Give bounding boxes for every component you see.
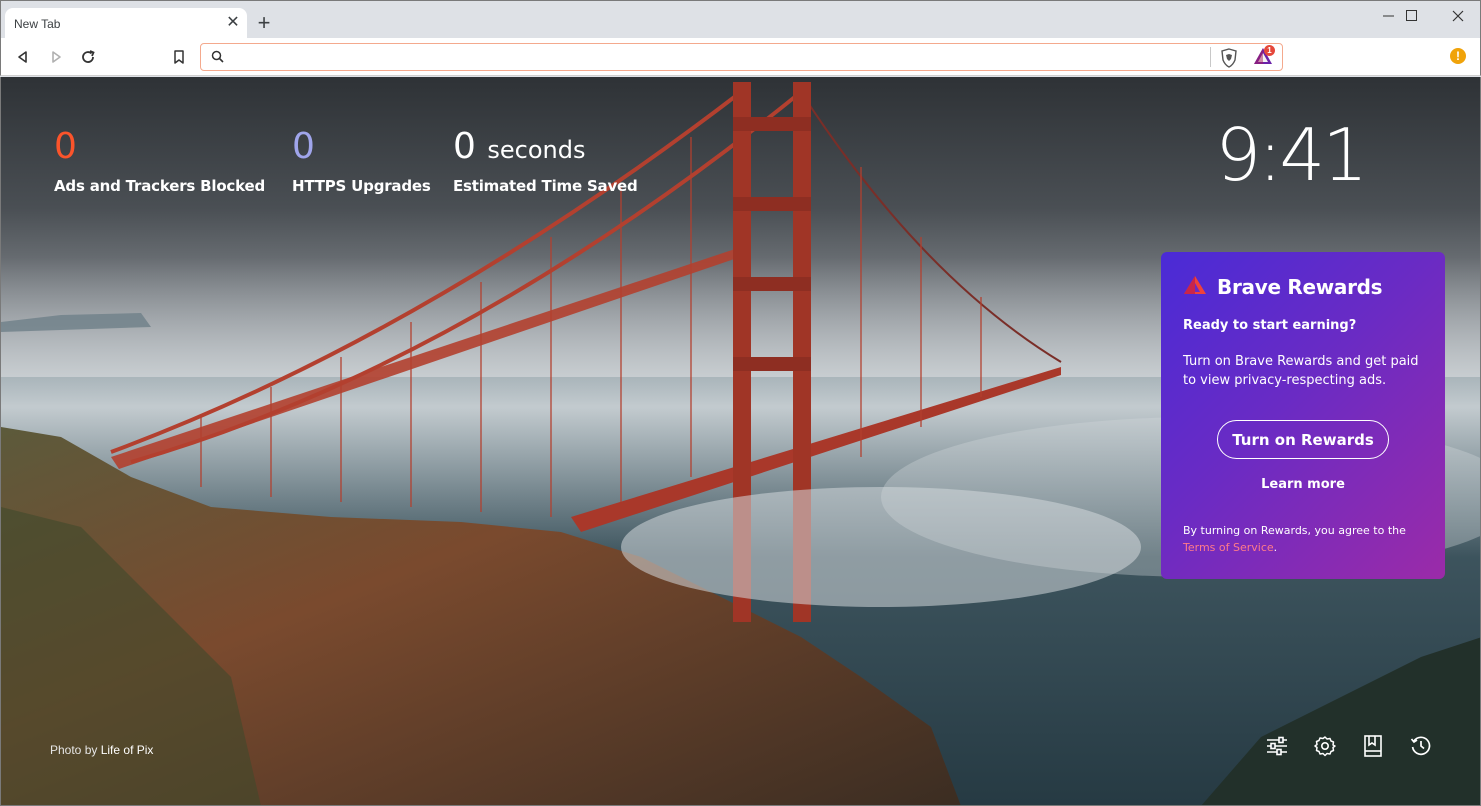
turn-on-rewards-button[interactable]: Turn on Rewards	[1217, 420, 1389, 459]
tab-new-tab[interactable]: New Tab ✕	[5, 8, 247, 39]
settings-icon[interactable]	[1312, 733, 1338, 759]
rewards-card-title: Brave Rewards	[1217, 275, 1383, 299]
stat-time-saved-value: 0	[453, 126, 476, 167]
address-bar[interactable]: 1	[200, 43, 1283, 71]
maximize-icon[interactable]	[1389, 1, 1435, 31]
stat-https-upgrades-value: 0	[292, 126, 315, 167]
stat-https-upgrades: 0 HTTPS Upgrades	[292, 126, 431, 196]
warning-icon[interactable]: !	[1450, 48, 1466, 64]
rewards-badge: 1	[1264, 45, 1275, 56]
back-icon[interactable]	[11, 45, 35, 69]
bookmarks-icon[interactable]	[1360, 733, 1386, 759]
rewards-card-description: Turn on Brave Rewards and get paid to vi…	[1183, 354, 1419, 388]
stat-time-saved-unit: seconds	[487, 136, 586, 164]
rewards-card-header: Brave Rewards	[1183, 275, 1383, 299]
photo-credit: Photo by Life of Pix	[50, 743, 153, 757]
stat-time-saved: 0 seconds Estimated Time Saved	[453, 129, 638, 196]
tab-strip: New Tab ✕ +	[0, 0, 1481, 39]
new-tab-page: 0 Ads and Trackers Blocked 0 HTTPS Upgra…	[0, 77, 1481, 806]
stat-time-saved-row: 0 seconds	[453, 129, 638, 165]
rewards-card-subtitle: Ready to start earning?	[1183, 318, 1357, 333]
terms-suffix: .	[1273, 541, 1278, 554]
terms-prefix: By turning on Rewards, you agree to the	[1183, 524, 1406, 537]
forward-icon[interactable]	[44, 45, 68, 69]
bookmark-icon[interactable]	[167, 45, 191, 69]
omnibox-divider	[1210, 47, 1211, 67]
rewards-terms-text: By turning on Rewards, you agree to the …	[1183, 522, 1433, 556]
photo-credit-prefix: Photo by	[50, 743, 98, 757]
brave-shields-icon[interactable]	[1220, 48, 1238, 73]
close-icon[interactable]	[1435, 1, 1481, 31]
toolbar: 1 !	[0, 38, 1481, 76]
search-icon	[211, 50, 224, 68]
brave-rewards-card: Brave Rewards Ready to start earning? Tu…	[1161, 252, 1445, 579]
stat-https-upgrades-label: HTTPS Upgrades	[292, 177, 431, 195]
history-icon[interactable]	[1408, 733, 1434, 759]
new-tab-button[interactable]: +	[254, 12, 274, 34]
photo-credit-author-link[interactable]: Life of Pix	[101, 743, 154, 757]
tab-close-icon[interactable]: ✕	[225, 15, 241, 31]
learn-more-link[interactable]: Learn more	[1161, 477, 1445, 492]
address-input[interactable]	[233, 48, 1193, 66]
stat-ads-blocked-value: 0	[54, 126, 77, 167]
customize-icon[interactable]	[1264, 733, 1290, 759]
stat-time-saved-label: Estimated Time Saved	[453, 177, 638, 195]
brave-rewards-logo-icon	[1183, 275, 1207, 299]
tab-title: New Tab	[14, 17, 61, 31]
stat-ads-blocked: 0 Ads and Trackers Blocked	[54, 126, 266, 196]
reload-icon[interactable]	[76, 45, 100, 69]
terms-of-service-link[interactable]: Terms of Service	[1183, 541, 1274, 554]
stat-ads-blocked-label: Ads and Trackers Blocked	[54, 177, 266, 195]
clock: 9:41	[1215, 113, 1368, 197]
